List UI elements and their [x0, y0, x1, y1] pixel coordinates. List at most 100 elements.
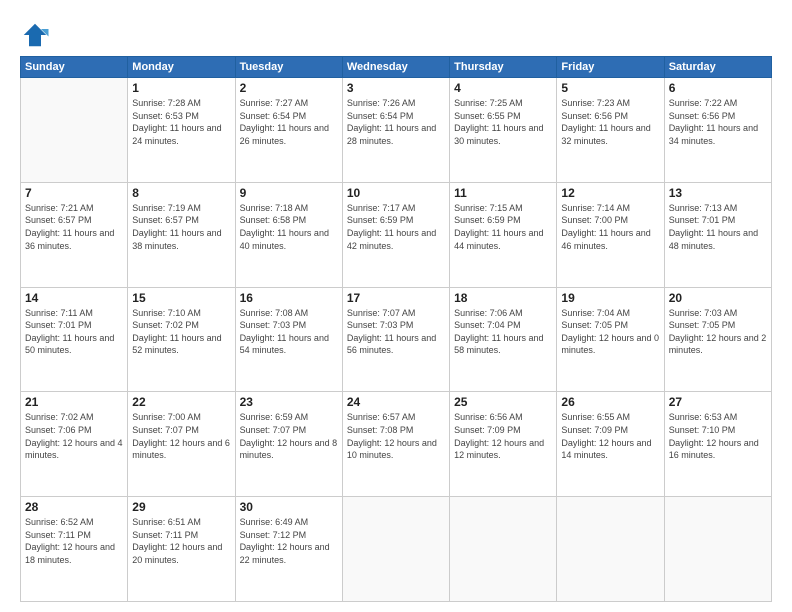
day-number: 13: [669, 186, 767, 200]
calendar-cell: [450, 497, 557, 602]
day-info: Sunrise: 6:52 AMSunset: 7:11 PMDaylight:…: [25, 516, 123, 566]
day-info: Sunrise: 7:26 AMSunset: 6:54 PMDaylight:…: [347, 97, 445, 147]
day-info: Sunrise: 6:57 AMSunset: 7:08 PMDaylight:…: [347, 411, 445, 461]
day-number: 4: [454, 81, 552, 95]
day-number: 29: [132, 500, 230, 514]
day-number: 27: [669, 395, 767, 409]
week-row-2: 7 Sunrise: 7:21 AMSunset: 6:57 PMDaylight…: [21, 182, 772, 287]
day-number: 8: [132, 186, 230, 200]
page: SundayMondayTuesdayWednesdayThursdayFrid…: [0, 0, 792, 612]
day-info: Sunrise: 7:06 AMSunset: 7:04 PMDaylight:…: [454, 307, 552, 357]
calendar-cell: 23 Sunrise: 6:59 AMSunset: 7:07 PMDayligh…: [235, 392, 342, 497]
calendar-cell: 15 Sunrise: 7:10 AMSunset: 7:02 PMDayligh…: [128, 287, 235, 392]
day-info: Sunrise: 7:14 AMSunset: 7:00 PMDaylight:…: [561, 202, 659, 252]
day-number: 11: [454, 186, 552, 200]
calendar-cell: 6 Sunrise: 7:22 AMSunset: 6:56 PMDaylight…: [664, 78, 771, 183]
calendar-cell: 30 Sunrise: 6:49 AMSunset: 7:12 PMDayligh…: [235, 497, 342, 602]
day-number: 24: [347, 395, 445, 409]
calendar-cell: [21, 78, 128, 183]
calendar-cell: 24 Sunrise: 6:57 AMSunset: 7:08 PMDayligh…: [342, 392, 449, 497]
day-info: Sunrise: 7:28 AMSunset: 6:53 PMDaylight:…: [132, 97, 230, 147]
day-info: Sunrise: 6:55 AMSunset: 7:09 PMDaylight:…: [561, 411, 659, 461]
calendar-cell: 3 Sunrise: 7:26 AMSunset: 6:54 PMDaylight…: [342, 78, 449, 183]
calendar-cell: [342, 497, 449, 602]
day-number: 7: [25, 186, 123, 200]
day-info: Sunrise: 7:27 AMSunset: 6:54 PMDaylight:…: [240, 97, 338, 147]
calendar-cell: 13 Sunrise: 7:13 AMSunset: 7:01 PMDayligh…: [664, 182, 771, 287]
calendar-cell: 28 Sunrise: 6:52 AMSunset: 7:11 PMDayligh…: [21, 497, 128, 602]
week-row-1: 1 Sunrise: 7:28 AMSunset: 6:53 PMDaylight…: [21, 78, 772, 183]
day-number: 10: [347, 186, 445, 200]
day-number: 9: [240, 186, 338, 200]
day-number: 21: [25, 395, 123, 409]
week-row-5: 28 Sunrise: 6:52 AMSunset: 7:11 PMDayligh…: [21, 497, 772, 602]
calendar-cell: [557, 497, 664, 602]
day-number: 6: [669, 81, 767, 95]
day-number: 18: [454, 291, 552, 305]
day-info: Sunrise: 7:08 AMSunset: 7:03 PMDaylight:…: [240, 307, 338, 357]
day-number: 17: [347, 291, 445, 305]
week-row-3: 14 Sunrise: 7:11 AMSunset: 7:01 PMDayligh…: [21, 287, 772, 392]
calendar-cell: 16 Sunrise: 7:08 AMSunset: 7:03 PMDayligh…: [235, 287, 342, 392]
calendar-cell: 10 Sunrise: 7:17 AMSunset: 6:59 PMDayligh…: [342, 182, 449, 287]
day-number: 19: [561, 291, 659, 305]
calendar-cell: 26 Sunrise: 6:55 AMSunset: 7:09 PMDayligh…: [557, 392, 664, 497]
calendar-cell: 2 Sunrise: 7:27 AMSunset: 6:54 PMDaylight…: [235, 78, 342, 183]
day-number: 12: [561, 186, 659, 200]
calendar-cell: 11 Sunrise: 7:15 AMSunset: 6:59 PMDayligh…: [450, 182, 557, 287]
day-number: 14: [25, 291, 123, 305]
day-info: Sunrise: 7:07 AMSunset: 7:03 PMDaylight:…: [347, 307, 445, 357]
day-info: Sunrise: 6:56 AMSunset: 7:09 PMDaylight:…: [454, 411, 552, 461]
calendar-cell: 21Sunrise: 7:02 AMSunset: 7:06 PMDayligh…: [21, 392, 128, 497]
day-number: 23: [240, 395, 338, 409]
day-info: Sunrise: 7:13 AMSunset: 7:01 PMDaylight:…: [669, 202, 767, 252]
day-info: Sunrise: 6:49 AMSunset: 7:12 PMDaylight:…: [240, 516, 338, 566]
calendar-cell: 29 Sunrise: 6:51 AMSunset: 7:11 PMDayligh…: [128, 497, 235, 602]
calendar-cell: 1 Sunrise: 7:28 AMSunset: 6:53 PMDaylight…: [128, 78, 235, 183]
day-number: 26: [561, 395, 659, 409]
day-info: Sunrise: 7:21 AMSunset: 6:57 PMDaylight:…: [25, 202, 123, 252]
day-number: 3: [347, 81, 445, 95]
day-info: Sunrise: 6:59 AMSunset: 7:07 PMDaylight:…: [240, 411, 338, 461]
day-number: 28: [25, 500, 123, 514]
day-info: Sunrise: 7:22 AMSunset: 6:56 PMDaylight:…: [669, 97, 767, 147]
logo-icon: [20, 20, 50, 50]
weekday-header-row: SundayMondayTuesdayWednesdayThursdayFrid…: [21, 57, 772, 78]
day-number: 22: [132, 395, 230, 409]
header: [20, 16, 772, 50]
calendar-cell: [664, 497, 771, 602]
weekday-header-thursday: Thursday: [450, 57, 557, 78]
weekday-header-monday: Monday: [128, 57, 235, 78]
day-info: Sunrise: 7:19 AMSunset: 6:57 PMDaylight:…: [132, 202, 230, 252]
logo: [20, 20, 54, 50]
day-number: 16: [240, 291, 338, 305]
day-number: 5: [561, 81, 659, 95]
day-number: 30: [240, 500, 338, 514]
day-number: 1: [132, 81, 230, 95]
calendar-table: SundayMondayTuesdayWednesdayThursdayFrid…: [20, 56, 772, 602]
day-info: Sunrise: 7:15 AMSunset: 6:59 PMDaylight:…: [454, 202, 552, 252]
day-number: 2: [240, 81, 338, 95]
day-info: Sunrise: 7:10 AMSunset: 7:02 PMDaylight:…: [132, 307, 230, 357]
calendar-cell: 18 Sunrise: 7:06 AMSunset: 7:04 PMDayligh…: [450, 287, 557, 392]
calendar-cell: 8 Sunrise: 7:19 AMSunset: 6:57 PMDaylight…: [128, 182, 235, 287]
day-info: Sunrise: 7:25 AMSunset: 6:55 PMDaylight:…: [454, 97, 552, 147]
weekday-header-friday: Friday: [557, 57, 664, 78]
day-info: Sunrise: 7:11 AMSunset: 7:01 PMDaylight:…: [25, 307, 123, 357]
day-info: Sunrise: 7:17 AMSunset: 6:59 PMDaylight:…: [347, 202, 445, 252]
calendar-cell: 7 Sunrise: 7:21 AMSunset: 6:57 PMDaylight…: [21, 182, 128, 287]
calendar-cell: 4 Sunrise: 7:25 AMSunset: 6:55 PMDaylight…: [450, 78, 557, 183]
calendar-cell: 20Sunrise: 7:03 AMSunset: 7:05 PMDayligh…: [664, 287, 771, 392]
weekday-header-saturday: Saturday: [664, 57, 771, 78]
day-info: Sunrise: 7:04 AMSunset: 7:05 PMDaylight:…: [561, 307, 659, 357]
day-info: Sunrise: 6:51 AMSunset: 7:11 PMDaylight:…: [132, 516, 230, 566]
day-info: Sunrise: 7:23 AMSunset: 6:56 PMDaylight:…: [561, 97, 659, 147]
calendar-cell: 17 Sunrise: 7:07 AMSunset: 7:03 PMDayligh…: [342, 287, 449, 392]
calendar-cell: 5 Sunrise: 7:23 AMSunset: 6:56 PMDaylight…: [557, 78, 664, 183]
calendar-cell: 9Sunrise: 7:18 AMSunset: 6:58 PMDaylight…: [235, 182, 342, 287]
day-number: 15: [132, 291, 230, 305]
day-number: 25: [454, 395, 552, 409]
calendar-cell: 27Sunrise: 6:53 AMSunset: 7:10 PMDayligh…: [664, 392, 771, 497]
day-info: Sunrise: 7:00 AMSunset: 7:07 PMDaylight:…: [132, 411, 230, 461]
calendar-cell: 22 Sunrise: 7:00 AMSunset: 7:07 PMDayligh…: [128, 392, 235, 497]
